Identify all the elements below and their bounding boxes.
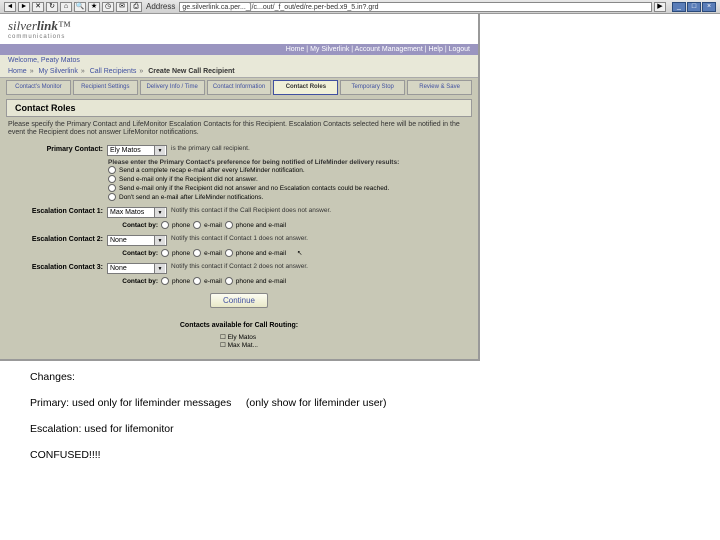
breadcrumb: Home» My Silverlink» Call Recipients» Cr… [0, 66, 478, 78]
esc3-label: Escalation Contact 3: [8, 263, 103, 271]
esc2-phone-radio[interactable] [161, 249, 169, 257]
primary-opt2-radio[interactable] [108, 175, 116, 183]
esc1-phone-label: phone [172, 222, 190, 229]
esc3-both-radio[interactable] [225, 277, 233, 285]
header: silverlink™ communications [0, 14, 478, 44]
go-button[interactable]: ▶ [654, 2, 666, 12]
esc2-email-label: e-mail [204, 250, 222, 257]
tab-review-save[interactable]: Review & Save [407, 80, 472, 95]
esc1-both-radio[interactable] [225, 221, 233, 229]
home-icon[interactable]: ⌂ [60, 2, 72, 12]
primary-opt3-label: Send e-mail only if the Recipient did no… [119, 185, 389, 192]
esc1-dropdown[interactable]: Max Matos [107, 207, 167, 218]
available-contact-1: Ely Matos [220, 333, 258, 341]
esc1-phone-radio[interactable] [161, 221, 169, 229]
breadcrumb-mysilverlink[interactable]: My Silverlink [39, 68, 78, 75]
instructions-text: Please specify the Primary Contact and L… [0, 117, 478, 142]
esc3-phone-radio[interactable] [161, 277, 169, 285]
tab-delivery-info[interactable]: Delivery Info / Time [140, 80, 205, 95]
esc3-contactby-label: Contact by: [108, 278, 158, 285]
close-icon[interactable]: × [702, 2, 716, 12]
esc3-both-label: phone and e-mail [236, 278, 286, 285]
esc1-label: Escalation Contact 1: [8, 207, 103, 215]
primary-opt4-radio[interactable] [108, 193, 116, 201]
section-title: Contact Roles [6, 99, 472, 117]
mail-icon[interactable]: ✉ [116, 2, 128, 12]
esc1-email-label: e-mail [204, 222, 222, 229]
esc2-hint: Notify this contact if Contact 1 does no… [171, 235, 308, 242]
tab-temp-stop[interactable]: Temporary Stop [340, 80, 405, 95]
primary-contact-dropdown[interactable]: Ely Matos [107, 145, 167, 156]
back-icon[interactable]: ◄ [4, 2, 16, 12]
primary-opt2-label: Send e-mail only if the Recipient did no… [119, 176, 258, 183]
primary-opt1-label: Send a complete recap e-mail after every… [119, 167, 305, 174]
note-confused: CONFUSED!!!! [30, 449, 690, 461]
logo: silverlink™ [8, 18, 71, 34]
esc1-email-radio[interactable] [193, 221, 201, 229]
search-icon[interactable]: 🔍 [74, 2, 86, 12]
primary-opt3-radio[interactable] [108, 184, 116, 192]
refresh-icon[interactable]: ↻ [46, 2, 58, 12]
esc3-email-radio[interactable] [193, 277, 201, 285]
logo-part2: link [37, 18, 58, 33]
note-primary: Primary: used only for lifeminder messag… [30, 397, 690, 409]
logo-subtitle: communications [8, 34, 71, 40]
browser-toolbar: ◄ ► ✕ ↻ ⌂ 🔍 ★ ◷ ✉ ⎙ Address ge.silverlin… [0, 0, 720, 14]
maximize-icon[interactable]: □ [687, 2, 701, 12]
primary-opt4-label: Don't send an e-mail after LifeMinder no… [119, 194, 263, 201]
esc3-dropdown[interactable]: None [107, 263, 167, 274]
breadcrumb-home[interactable]: Home [8, 68, 27, 75]
esc2-phone-label: phone [172, 250, 190, 257]
cursor-icon: ↖ [297, 249, 302, 257]
stop-icon[interactable]: ✕ [32, 2, 44, 12]
primary-contact-hint: is the primary call recipient. [171, 145, 250, 152]
logo-part1: silver [8, 18, 37, 33]
esc1-both-label: phone and e-mail [236, 222, 286, 229]
available-contacts-title: Contacts available for Call Routing: [14, 322, 464, 329]
note-changes: Changes: [30, 371, 690, 383]
tab-bar: Contact's Monitor Recipient Settings Del… [0, 78, 478, 97]
esc3-email-label: e-mail [204, 278, 222, 285]
esc3-phone-label: phone [172, 278, 190, 285]
esc2-dropdown[interactable]: None [107, 235, 167, 246]
app-container: silverlink™ communications Home | My Sil… [0, 14, 480, 361]
continue-button[interactable]: Continue [210, 293, 268, 308]
primary-opt1-radio[interactable] [108, 166, 116, 174]
tab-contacts-monitor[interactable]: Contact's Monitor [6, 80, 71, 95]
print-icon[interactable]: ⎙ [130, 2, 142, 12]
tab-recipient-settings[interactable]: Recipient Settings [73, 80, 138, 95]
primary-contact-label: Primary Contact: [8, 145, 103, 153]
esc2-email-radio[interactable] [193, 249, 201, 257]
esc2-contactby-label: Contact by: [108, 250, 158, 257]
logo-tm: ™ [58, 18, 71, 33]
welcome-text: Welcome, Peaty Matos [0, 55, 478, 66]
esc2-label: Escalation Contact 2: [8, 235, 103, 243]
favorites-icon[interactable]: ★ [88, 2, 100, 12]
annotation-notes: Changes: Primary: used only for lifemind… [0, 361, 720, 485]
utility-links[interactable]: Home | My Silverlink | Account Managemen… [0, 44, 478, 55]
history-icon[interactable]: ◷ [102, 2, 114, 12]
minimize-icon[interactable]: _ [672, 2, 686, 12]
note-primary-a: Primary: used only for lifeminder messag… [30, 397, 231, 409]
tab-contact-info[interactable]: Contact Information [207, 80, 272, 95]
esc3-hint: Notify this contact if Contact 2 does no… [171, 263, 308, 270]
breadcrumb-current: Create New Call Recipient [148, 68, 234, 75]
primary-preference-prompt: Please enter the Primary Contact's prefe… [108, 159, 470, 166]
esc1-hint: Notify this contact if the Call Recipien… [171, 207, 331, 214]
address-input[interactable]: ge.silverlink.ca.per..._]/c...out/_f_out… [179, 2, 652, 12]
esc2-both-radio[interactable] [225, 249, 233, 257]
forward-icon[interactable]: ► [18, 2, 30, 12]
breadcrumb-recipients[interactable]: Call Recipients [90, 68, 137, 75]
note-escalation: Escalation: used for lifemonitor [30, 423, 690, 435]
tab-contact-roles[interactable]: Contact Roles [273, 80, 338, 95]
available-contact-2: Max Mat... [220, 341, 258, 349]
note-primary-b: (only show for lifeminder user) [246, 397, 387, 409]
esc1-contactby-label: Contact by: [108, 222, 158, 229]
address-label: Address [146, 2, 175, 11]
esc2-both-label: phone and e-mail [236, 250, 286, 257]
